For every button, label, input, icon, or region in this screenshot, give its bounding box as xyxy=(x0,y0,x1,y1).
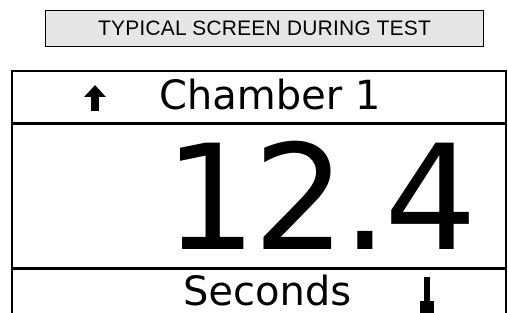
units-label: Seconds xyxy=(183,269,352,313)
up-arrow-icon xyxy=(84,85,106,111)
screen-caption: TYPICAL SCREEN DURING TEST xyxy=(45,10,484,47)
timer-readout: 12.4 xyxy=(163,114,477,284)
screen-caption-text: TYPICAL SCREEN DURING TEST xyxy=(97,16,432,40)
thermometer-icon xyxy=(420,277,434,313)
chamber-label: Chamber 1 xyxy=(159,73,381,119)
lcd-display: Chamber 1 12.4 Seconds xyxy=(11,70,507,313)
